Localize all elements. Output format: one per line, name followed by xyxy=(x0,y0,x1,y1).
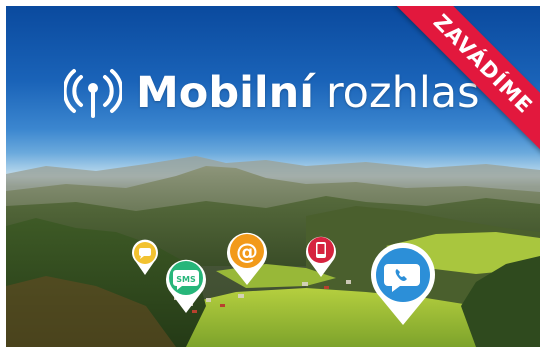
title-bold-word: Mobilní xyxy=(136,67,314,118)
chat-pin xyxy=(130,238,160,276)
radio-broadcast-icon xyxy=(64,68,122,118)
sms-pin: SMS xyxy=(163,256,209,314)
svg-text:SMS: SMS xyxy=(176,275,196,284)
email-at-icon: @ xyxy=(236,240,258,265)
brand-title: Mobilní rozhlas xyxy=(64,68,480,118)
email-pin: @ xyxy=(225,230,269,286)
title-light-word: rozhlas xyxy=(325,67,480,118)
hero-banner: Mobilní rozhlas ZAVÁDÍME SMS @ xyxy=(6,6,540,347)
mobile-phone-icon xyxy=(316,242,326,258)
mobile-pin xyxy=(304,234,338,278)
phone-call-pin xyxy=(368,242,438,326)
